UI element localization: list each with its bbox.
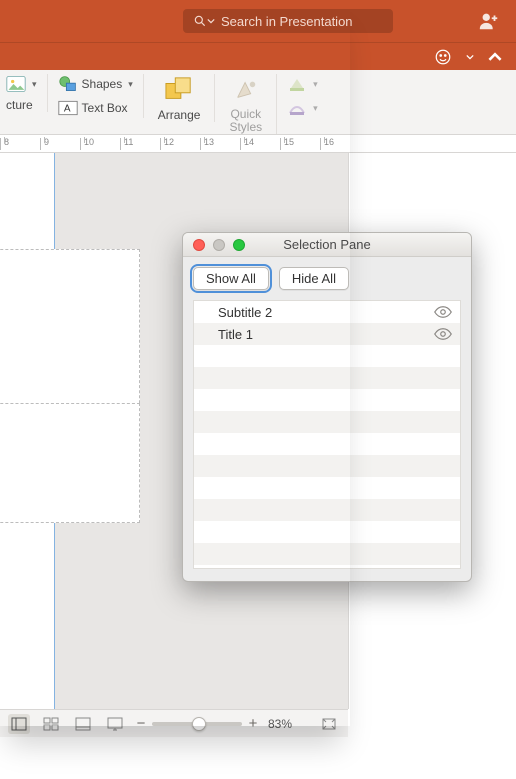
title-bar [0, 0, 516, 42]
ruler-tick: 8 [0, 138, 40, 150]
hide-all-button[interactable]: Hide All [279, 267, 349, 290]
search-input[interactable] [221, 14, 383, 29]
search-icon [193, 14, 207, 28]
selection-pane-toolbar: Show All Hide All [183, 257, 471, 300]
selection-pane-item[interactable]: Title 1 [194, 323, 460, 345]
shape-outline-button[interactable]: ▾ [287, 98, 318, 118]
ribbon-group-picture: ▾ cture [6, 74, 48, 112]
selection-pane-empty-row [194, 367, 460, 389]
chevron-down-icon [207, 17, 215, 25]
ribbon: ▾ cture Shapes ▾ A Text Box Arrange [0, 70, 516, 135]
show-all-button[interactable]: Show All [193, 267, 269, 290]
selection-pane-list[interactable]: Subtitle 2 Title 1 [193, 300, 461, 569]
ruler-tick: 11 [120, 138, 160, 150]
view-normal-button[interactable] [8, 714, 30, 734]
arrange-label: Arrange [158, 108, 201, 122]
status-bar: − + 83% [0, 709, 348, 737]
view-slideshow-button[interactable] [104, 714, 126, 734]
selection-pane-empty-row [194, 477, 460, 499]
svg-text:A: A [63, 103, 70, 114]
arrange-icon [163, 74, 195, 106]
view-sorter-button[interactable] [40, 714, 62, 734]
textbox-icon: A [58, 98, 78, 118]
chevron-down-icon [466, 53, 474, 61]
horizontal-ruler: 8910111213141516 [0, 135, 516, 153]
selection-pane-empty-row [194, 433, 460, 455]
selection-pane-empty-row [194, 345, 460, 367]
zoom-level[interactable]: 83% [268, 717, 292, 731]
fit-slide-button[interactable] [318, 714, 340, 734]
selection-pane-empty-row [194, 521, 460, 543]
zoom-slider[interactable] [152, 722, 242, 726]
chevron-down-icon: ▾ [32, 79, 37, 90]
ribbon-group-quickstyles: Quick Styles [225, 74, 277, 134]
chevron-down-icon: ▾ [128, 79, 133, 90]
ruler-tick: 15 [280, 138, 320, 150]
search-field[interactable] [183, 9, 393, 33]
selection-pane-title: Selection Pane [183, 237, 471, 252]
picture-label: cture [6, 98, 33, 112]
ruler-tick: 16 [320, 138, 360, 150]
ruler-tick: 13 [200, 138, 240, 150]
arrange-button[interactable]: Arrange [154, 74, 205, 122]
zoom-in-button[interactable]: + [248, 715, 258, 732]
collapse-ribbon-icon[interactable] [488, 50, 502, 64]
emoji-icon[interactable] [434, 48, 452, 66]
textbox-label: Text Box [82, 101, 128, 115]
quickstyles-button[interactable]: Quick Styles [225, 74, 266, 134]
quickstyles-icon [230, 74, 262, 106]
shape-fill-button[interactable]: ▾ [287, 74, 318, 94]
zoom-out-button[interactable]: − [136, 715, 146, 732]
selection-item-label: Title 1 [218, 327, 253, 342]
ribbon-group-shapes: Shapes ▾ A Text Box [58, 74, 144, 118]
ruler-tick: 12 [160, 138, 200, 150]
placeholder-box[interactable] [0, 403, 140, 523]
ruler-tick: 9 [40, 138, 80, 150]
shape-outline-icon [287, 98, 307, 118]
visibility-toggle-icon[interactable] [434, 327, 452, 341]
selection-item-label: Subtitle 2 [218, 305, 272, 320]
quickstyles-label: Quick Styles [229, 108, 262, 134]
ruler-tick: 10 [80, 138, 120, 150]
selection-pane-item[interactable]: Subtitle 2 [194, 301, 460, 323]
zoom-slider-knob[interactable] [192, 717, 206, 731]
textbox-button[interactable]: A Text Box [58, 98, 128, 118]
shape-fill-icon [287, 74, 307, 94]
selection-pane-empty-row [194, 411, 460, 433]
visibility-toggle-icon[interactable] [434, 305, 452, 319]
selection-pane-empty-row [194, 389, 460, 411]
ribbon-group-format: ▾ ▾ [287, 74, 328, 118]
shapes-label: Shapes [82, 77, 123, 91]
selection-pane-empty-row [194, 499, 460, 521]
selection-pane-window[interactable]: Selection Pane Show All Hide All Subtitl… [182, 232, 472, 582]
selection-pane-empty-row [194, 455, 460, 477]
view-reading-button[interactable] [72, 714, 94, 734]
selection-pane-titlebar[interactable]: Selection Pane [183, 233, 471, 257]
share-icon[interactable] [478, 10, 500, 37]
selection-pane-empty-row [194, 543, 460, 565]
ruler-tick: 14 [240, 138, 280, 150]
shapes-icon [58, 74, 78, 94]
sub-bar [0, 42, 516, 70]
picture-icon [6, 74, 26, 94]
zoom-control: − + [136, 715, 258, 732]
picture-button[interactable]: ▾ [6, 74, 37, 94]
ribbon-group-arrange: Arrange [154, 74, 216, 122]
shapes-button[interactable]: Shapes ▾ [58, 74, 133, 94]
